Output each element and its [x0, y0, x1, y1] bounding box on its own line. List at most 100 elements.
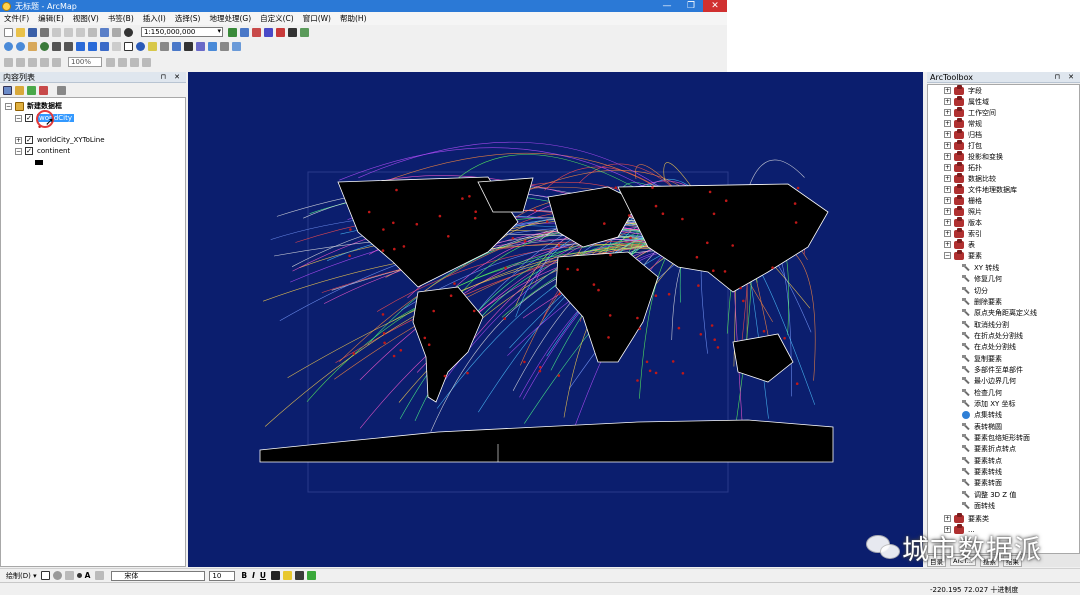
expander-icon[interactable]: + — [944, 109, 951, 116]
menu-edit[interactable]: 编辑(E) — [38, 13, 64, 24]
toolset-row[interactable]: + 索引 — [944, 227, 982, 239]
menu-selection[interactable]: 选择(S) — [175, 13, 201, 24]
tool-row[interactable]: 多部件至单部件 — [962, 364, 1023, 375]
marker-color-icon[interactable] — [307, 571, 317, 580]
toolset-row[interactable]: + 拓扑 — [944, 161, 982, 173]
expander-icon[interactable]: − — [5, 102, 12, 110]
expander-icon[interactable]: + — [944, 164, 951, 171]
layer-visibility-checkbox[interactable]: ✓ — [25, 147, 33, 155]
expander-icon[interactable]: − — [944, 252, 951, 259]
menu-help[interactable]: 帮助(H) — [340, 13, 367, 24]
zoom-to-selected-icon[interactable] — [64, 571, 74, 580]
toolset-row[interactable]: + 要素类 — [944, 512, 989, 524]
toolset-row[interactable]: + 字段 — [944, 85, 982, 96]
layout-pan-icon[interactable] — [28, 57, 37, 67]
focus-data-frame-icon[interactable] — [118, 57, 127, 67]
model-builder-icon[interactable] — [300, 27, 309, 37]
tool-row[interactable]: 检查几何 — [962, 387, 1002, 398]
tool-row[interactable]: 修复几何 — [962, 273, 1002, 284]
expander-icon[interactable]: + — [944, 142, 951, 149]
open-folder-icon[interactable] — [16, 27, 25, 37]
tool-row[interactable]: 要素转线 — [962, 466, 1002, 477]
menu-bookmarks[interactable]: 书签(B) — [108, 13, 134, 24]
expander-icon[interactable]: + — [944, 186, 951, 193]
expander-icon[interactable]: + — [944, 208, 951, 215]
delete-icon[interactable] — [88, 27, 97, 37]
paste-icon[interactable] — [76, 27, 85, 37]
identify-icon[interactable] — [136, 41, 145, 51]
tool-row[interactable]: 添加 XY 坐标 — [962, 398, 1016, 409]
expander-icon[interactable]: + — [944, 241, 951, 248]
python-window-icon[interactable] — [288, 27, 297, 37]
catalog-icon[interactable] — [252, 27, 261, 37]
data-frame-row[interactable]: − 新建数据框 — [5, 101, 62, 111]
search-window-icon[interactable] — [264, 27, 273, 37]
layout-zoom-combo[interactable]: 100% — [68, 57, 102, 67]
expander-icon[interactable]: + — [944, 153, 951, 160]
tool-row[interactable]: 面转线 — [962, 500, 995, 511]
toolset-row[interactable]: + 照片 — [944, 205, 982, 217]
menu-view[interactable]: 视图(V) — [73, 13, 99, 24]
undo-icon[interactable] — [100, 27, 109, 37]
html-popup-icon[interactable] — [160, 41, 169, 51]
menu-customize[interactable]: 自定义(C) — [260, 13, 294, 24]
tool-row[interactable]: 在点处分割线 — [962, 341, 1016, 352]
layer-row-continent[interactable]: − ✓ continent — [15, 146, 70, 156]
tool-row[interactable]: 表转椭圆 — [962, 421, 1002, 432]
bold-button[interactable]: B — [241, 571, 247, 580]
toolset-row[interactable]: + 归档 — [944, 128, 982, 140]
layout-zoom-out-icon[interactable] — [16, 57, 25, 67]
close-button[interactable]: ✕ — [703, 0, 727, 12]
copy-icon[interactable] — [64, 27, 73, 37]
toolset-row[interactable]: + 文件地理数据库 — [944, 183, 1017, 195]
layer-label[interactable]: worldCity_XYToLine — [37, 136, 105, 144]
list-by-selection-icon[interactable] — [39, 86, 48, 95]
toolset-row[interactable]: + 投影和变换 — [944, 150, 1003, 162]
expander-icon[interactable]: + — [944, 219, 951, 226]
tool-row[interactable]: 原点夹角距离定义线 — [962, 307, 1037, 318]
editor-icon[interactable] — [228, 27, 237, 37]
list-by-drawing-order-icon[interactable] — [3, 86, 12, 95]
expander-icon[interactable]: + — [944, 515, 951, 522]
fixed-zoom-out-icon[interactable] — [64, 41, 73, 51]
expander-icon[interactable]: − — [15, 147, 22, 155]
new-text-button[interactable]: A — [85, 571, 91, 580]
arctoolbox-header-buttons[interactable]: ⊓ ✕ — [1054, 73, 1077, 81]
go-to-xy-icon[interactable] — [208, 41, 217, 51]
tool-row[interactable]: 要素转面 — [962, 477, 1002, 488]
go-back-icon[interactable] — [76, 41, 85, 51]
list-by-source-icon[interactable] — [15, 86, 24, 95]
fixed-zoom-in-icon[interactable] — [52, 41, 61, 51]
tool-row[interactable]: 在折点处分割线 — [962, 330, 1023, 341]
fill-color-icon[interactable] — [283, 571, 293, 580]
expander-icon[interactable]: + — [944, 197, 951, 204]
zoom-whole-page-icon[interactable] — [40, 57, 49, 67]
clear-selection-icon[interactable] — [112, 41, 121, 51]
tool-row[interactable]: 要素包络矩形转面 — [962, 432, 1030, 443]
toolset-row[interactable]: + 属性域 — [944, 95, 989, 107]
drawing-menu[interactable]: 绘制(D) ▾ — [6, 571, 37, 581]
save-icon[interactable] — [28, 27, 37, 37]
redo-icon[interactable] — [112, 27, 121, 37]
cut-icon[interactable] — [52, 27, 61, 37]
select-features-icon[interactable] — [100, 41, 109, 51]
menu-geoprocessing[interactable]: 地理处理(G) — [209, 13, 251, 24]
tool-row[interactable]: XY 转线 — [962, 262, 999, 273]
add-data-icon[interactable] — [124, 27, 133, 37]
italic-button[interactable]: I — [252, 571, 255, 580]
data-driven-pages-icon[interactable] — [142, 57, 151, 67]
underline-button[interactable]: U — [260, 571, 266, 580]
zoom-in-icon[interactable] — [4, 41, 13, 51]
rotate-icon[interactable] — [52, 571, 62, 580]
line-color-icon[interactable] — [295, 571, 305, 580]
tool-row[interactable]: 取消线分割 — [962, 319, 1009, 330]
font-combo[interactable]: 宋体 — [111, 570, 206, 581]
time-slider-icon[interactable] — [220, 41, 229, 51]
expander-icon[interactable]: + — [944, 131, 951, 138]
expander-icon[interactable]: + — [944, 98, 951, 105]
toggle-draft-mode-icon[interactable] — [106, 57, 115, 67]
toolset-row-open[interactable]: − 要素 — [944, 249, 982, 261]
tool-row[interactable]: 点集转线 — [962, 409, 1002, 420]
polygon-symbol-icon[interactable] — [35, 160, 43, 165]
expander-icon[interactable]: − — [15, 114, 22, 122]
